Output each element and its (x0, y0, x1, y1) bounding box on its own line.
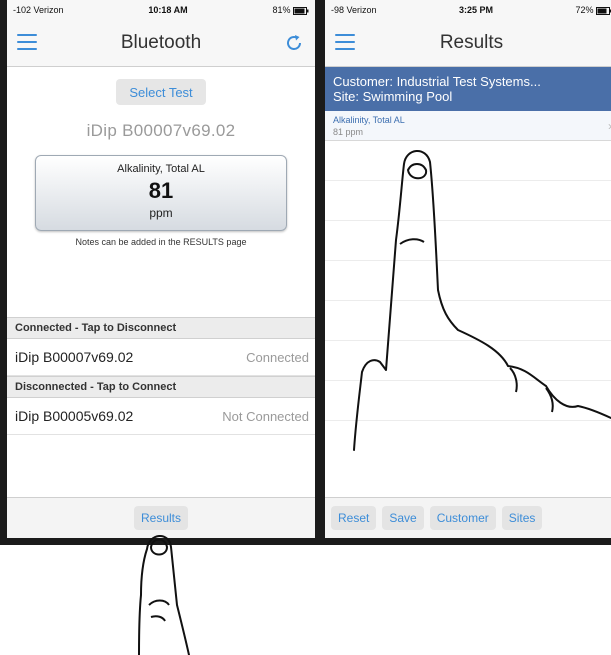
disconnected-device-row[interactable]: iDip B00005v69.02 Not Connected (7, 398, 315, 435)
active-device-heading: iDip B00007v69.02 (86, 121, 236, 140)
navigation-bar: Results (325, 20, 611, 67)
carrier-label: -98 Verizon (331, 5, 377, 15)
clock: 3:25 PM (458, 5, 493, 15)
carrier-label: -102 Verizon (13, 5, 64, 15)
notes-hint: Notes can be added in the RESULTS page (75, 237, 247, 247)
result-row[interactable]: Alkalinity, Total AL 81 ppm › (325, 111, 611, 141)
page-title: Results (439, 32, 504, 53)
result-test-name: Alkalinity, Total AL (333, 115, 405, 125)
battery-icon (595, 6, 611, 15)
pointing-hand-icon (353, 150, 611, 451)
connected-device-row[interactable]: iDip B00007v69.02 Connected (7, 339, 315, 376)
connected-section-header: Connected - Tap to Disconnect (7, 317, 315, 339)
battery-icon (292, 6, 309, 15)
navigation-bar: Bluetooth (7, 20, 315, 67)
save-button[interactable]: Save (382, 506, 424, 530)
clock: 10:18 AM (148, 5, 188, 15)
customer-line: Customer: Industrial Test Systems... (333, 74, 541, 89)
battery-label: 81% (272, 5, 309, 15)
bluetooth-screen: -102 Verizon 10:18 AM 81% Bluetooth Sele… (0, 0, 322, 545)
bottom-toolbar: Reset Save Customer Sites (325, 497, 611, 538)
pointing-hand-icon (138, 535, 190, 655)
result-value: 81 ppm (333, 127, 364, 137)
customer-header[interactable]: Customer: Industrial Test Systems... Sit… (325, 67, 611, 111)
reading-unit: ppm (149, 206, 173, 220)
hamburger-icon[interactable] (335, 34, 355, 50)
reading-value: 81 (148, 178, 174, 203)
device-name: iDip B00007v69.02 (15, 349, 134, 365)
sites-button[interactable]: Sites (501, 506, 543, 530)
device-name: iDip B00005v69.02 (15, 408, 134, 424)
customer-button[interactable]: Customer (429, 506, 496, 530)
reading-card[interactable]: Alkalinity, Total AL 81 ppm (35, 155, 287, 231)
refresh-icon[interactable] (283, 32, 305, 54)
device-status: Connected (246, 349, 309, 365)
status-bar: -102 Verizon 10:18 AM 81% (7, 0, 315, 20)
page-title: Bluetooth (120, 32, 202, 53)
site-line: Site: Swimming Pool (333, 89, 453, 104)
device-status: Not Connected (222, 408, 309, 424)
status-bar: -98 Verizon 3:25 PM 72% (325, 0, 611, 20)
reset-button[interactable]: Reset (331, 506, 377, 530)
select-test-button[interactable]: Select Test (116, 79, 206, 105)
disconnected-section-header: Disconnected - Tap to Connect (7, 376, 315, 398)
reading-test-name: Alkalinity, Total AL (117, 163, 205, 175)
battery-label: 72% (575, 5, 611, 15)
hamburger-icon[interactable] (17, 34, 37, 50)
